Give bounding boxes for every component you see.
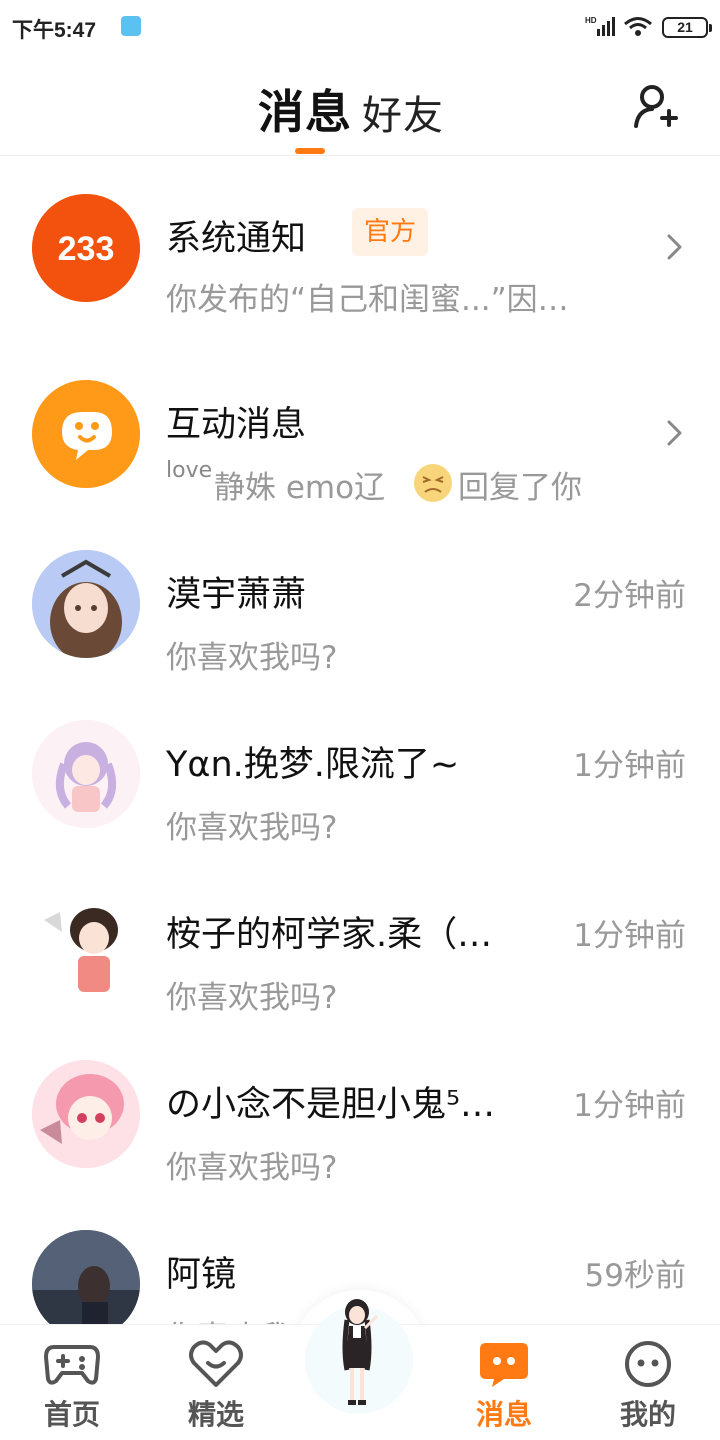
list-item-system-notification[interactable]: 233 系统通知 官方 你发布的“自己和闺蜜...”因… <box>0 158 720 328</box>
interaction-avatar <box>32 380 140 488</box>
add-friend-icon[interactable] <box>632 82 680 130</box>
signal-icon: HD <box>585 16 615 36</box>
list-item-chat[interactable]: 桉子的柯学家.柔（… 1分钟前 你喜欢我吗? <box>0 854 720 1024</box>
user-avatar <box>32 720 140 828</box>
system-avatar: 233 <box>32 194 140 302</box>
item-subtitle: 静姝 emo辽 <box>214 470 386 506</box>
user-avatar <box>32 1060 140 1168</box>
nav-label: 消息 <box>475 1398 532 1431</box>
item-title: 桉子的柯学家.柔（… <box>166 915 493 955</box>
item-subtitle-suffix: 回复了你 <box>458 470 582 506</box>
user-avatar <box>32 890 140 998</box>
item-subtitle: 你发布的“自己和闺蜜...”因… <box>166 282 569 318</box>
item-subtitle: 你喜欢我吗? <box>166 810 338 846</box>
item-time: 2分钟前 <box>573 578 686 614</box>
user-avatar <box>32 1230 140 1338</box>
item-subtitle: 你喜欢我吗? <box>166 980 338 1016</box>
item-subtitle: 你喜欢我吗? <box>166 1150 338 1186</box>
list-item-chat[interactable]: Yαn.挽梦.限流了~ 1分钟前 你喜欢我吗? <box>0 684 720 854</box>
svg-text:HD: HD <box>585 16 597 25</box>
mascot-character-icon[interactable] <box>303 1290 415 1420</box>
item-title: Yαn.挽梦.限流了~ <box>166 745 460 785</box>
item-time: 1分钟前 <box>573 748 686 784</box>
nav-messages[interactable]: 消息 <box>454 1325 554 1440</box>
svg-text:233: 233 <box>58 230 115 268</box>
233-logo-icon: 233 <box>32 194 140 302</box>
nav-profile[interactable]: 我的 <box>598 1325 698 1440</box>
item-title: 漠宇萧萧 <box>166 575 307 615</box>
smiley-icon <box>625 1341 671 1387</box>
app-notification-icon <box>121 16 141 36</box>
emoji-icon <box>414 464 452 502</box>
item-title: 系统通知 <box>166 219 307 259</box>
item-subtitle: 你喜欢我吗? <box>166 640 338 676</box>
nav-label: 精选 <box>187 1398 244 1431</box>
tab-friends[interactable]: 好友 <box>362 83 444 141</box>
nav-featured[interactable]: 精选 <box>166 1325 266 1440</box>
status-bar: 下午5:47 HD 21 <box>0 0 720 56</box>
chevron-right-icon <box>667 420 682 446</box>
item-time: 1分钟前 <box>573 1088 686 1124</box>
header: 消息 好友 <box>0 56 720 156</box>
nav-home[interactable]: 首页 <box>22 1325 122 1440</box>
nav-label: 首页 <box>43 1398 100 1431</box>
item-title: 互动消息 <box>166 405 307 445</box>
active-tab-indicator <box>295 148 325 154</box>
wifi-icon <box>624 17 652 36</box>
user-avatar <box>32 550 140 658</box>
heart-icon <box>189 1340 243 1387</box>
item-time: 1分钟前 <box>573 918 686 954</box>
official-badge: 官方 <box>352 208 429 256</box>
tab-messages[interactable]: 消息 <box>258 76 352 142</box>
gamepad-icon <box>44 1345 100 1385</box>
status-time: 下午5:47 <box>12 19 97 42</box>
item-time: 59秒前 <box>584 1258 686 1294</box>
nav-label: 我的 <box>619 1398 676 1431</box>
item-subtitle-prefix: love <box>166 458 213 483</box>
item-title: 阿镜 <box>166 1255 237 1295</box>
battery-icon: 21 <box>662 17 712 38</box>
chevron-right-icon <box>667 234 682 260</box>
list-item-chat[interactable]: の小念不是胆小鬼⁵… 1分钟前 你喜欢我吗? <box>0 1024 720 1194</box>
list-item-chat[interactable]: 漠宇萧萧 2分钟前 你喜欢我吗? <box>0 514 720 684</box>
item-title: の小念不是胆小鬼⁵… <box>166 1085 496 1125</box>
chat-bubble-icon <box>32 380 140 488</box>
list-item-interaction[interactable]: 互动消息 love 静姝 emo辽 回复了你 <box>0 344 720 514</box>
message-icon <box>480 1343 528 1387</box>
